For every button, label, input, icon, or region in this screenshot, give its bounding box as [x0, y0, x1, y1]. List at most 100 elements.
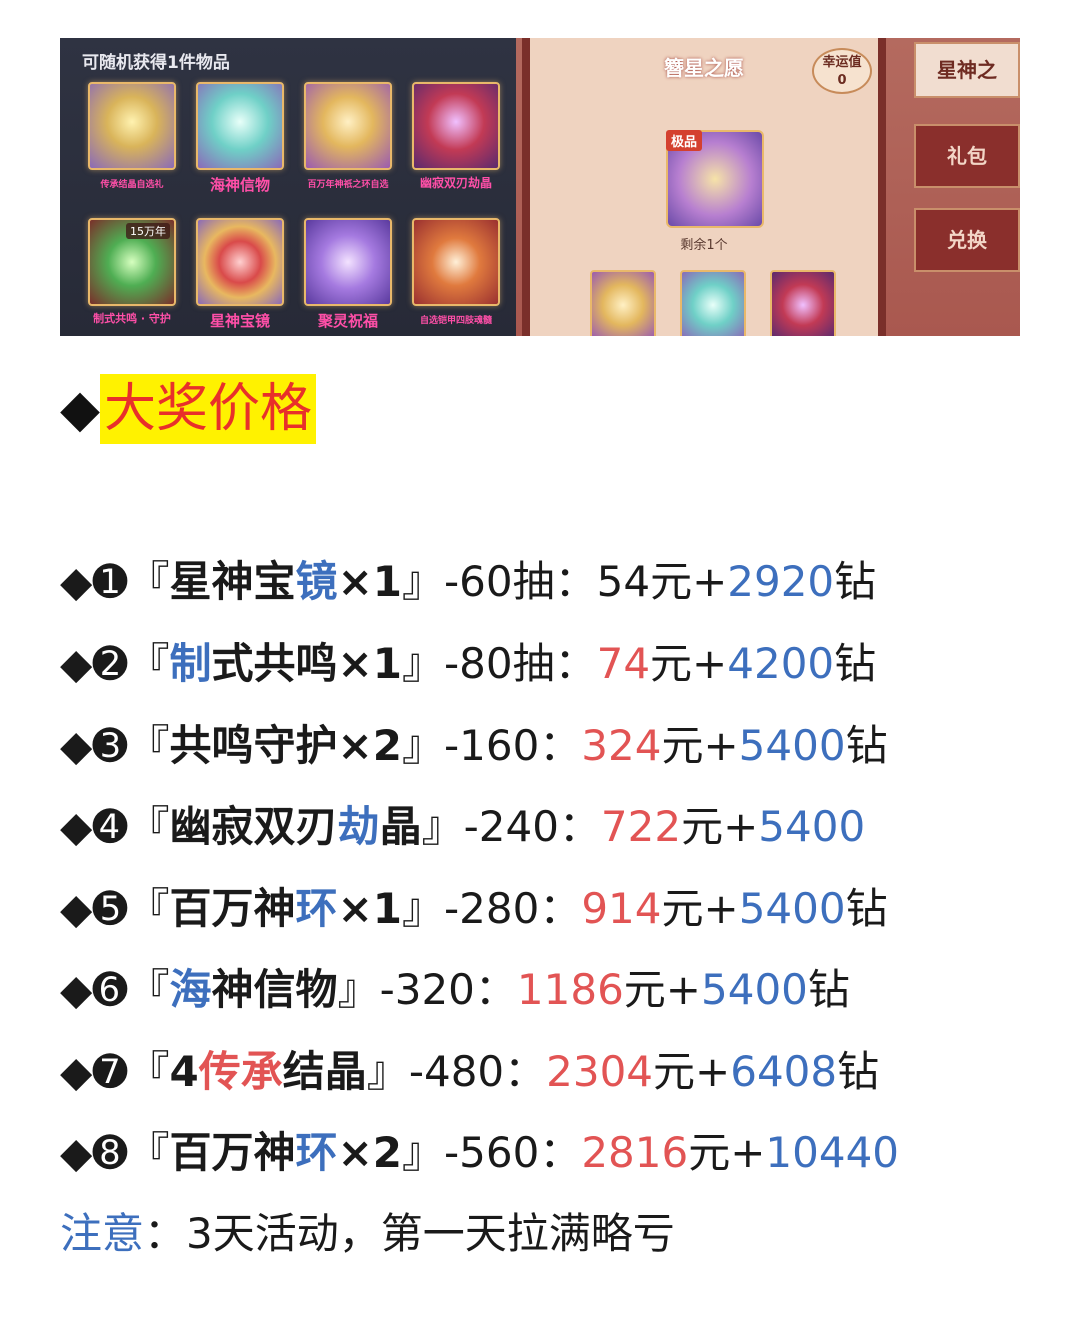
note-text: ：3天活动，第一天拉满略亏: [144, 1209, 675, 1258]
years-badge: 15万年: [126, 223, 170, 239]
price-item-3: ◆➌『共鸣守护×2』-160：324元+5400钻: [60, 716, 888, 776]
bracket-close: 』: [421, 802, 464, 851]
blade-crystal-icon: [412, 82, 500, 170]
diamond-unit: 钻: [834, 639, 877, 688]
diamond-bullet-icon: ◆: [60, 802, 93, 851]
price-item-7: ◆➐『4传承结晶』-480：2304元+6408钻: [60, 1042, 879, 1102]
reward-item[interactable]: 幽寂双刃劫晶: [412, 82, 500, 191]
tab-gift-pack[interactable]: 礼包: [914, 124, 1020, 188]
item-label: 海神信物: [209, 176, 270, 194]
item-name-highlight: 镜: [295, 557, 338, 606]
luck-label: 幸运值: [822, 55, 862, 70]
crystal-emblem-icon: [88, 82, 176, 170]
side-tabs: 星神之 礼包 兑换: [914, 38, 1020, 336]
reward-pool-panel: 可随机获得1件物品 传承结晶自选礼 海神信物 百万年神祇之环自选 幽寂双刃劫晶 …: [60, 38, 516, 336]
diamond-unit: 钻: [807, 965, 850, 1014]
reward-item[interactable]: 百万年神祇之环自选: [304, 82, 392, 190]
featured-tag: 极品: [666, 130, 703, 151]
bracket-open: 『: [127, 1047, 170, 1096]
draw-count: -480：: [408, 1047, 547, 1096]
resonance-icon: 15万年: [88, 218, 176, 306]
diamond-bullet-icon: ◆: [60, 639, 93, 688]
featured-item[interactable]: 极品: [666, 130, 764, 228]
treasure-chest-icon[interactable]: [590, 270, 656, 336]
diamond-cost: 10440: [765, 1128, 900, 1177]
token-icon: [196, 82, 284, 170]
item-name-suffix: 晶: [379, 802, 422, 851]
tab-exchange[interactable]: 兑换: [914, 208, 1020, 272]
reward-item[interactable]: 自选铠甲四肢魂髓: [412, 218, 500, 326]
item-name-highlight: 环: [295, 884, 338, 933]
item-label: 聚灵祝福: [317, 312, 378, 330]
price-item-8: ◆➑『百万神环×2』-560：2816元+10440: [60, 1123, 899, 1183]
diamond-cost: 5400: [758, 802, 866, 851]
mirror-icon: [196, 218, 284, 306]
rmb-unit: 元+: [650, 639, 728, 688]
item-label: 制式共鸣 · 守护: [93, 312, 171, 325]
rmb-unit: 元+: [688, 1128, 766, 1177]
remaining-count: 剩余1个: [680, 238, 728, 253]
rmb-cost: 1186: [516, 965, 624, 1014]
draw-count: -560：: [444, 1128, 582, 1177]
item-name-suffix: ×1: [337, 557, 402, 606]
reward-item[interactable]: 星神宝镜: [196, 218, 284, 331]
rmb-cost: 2816: [581, 1128, 689, 1177]
rmb-cost: 74: [596, 639, 651, 688]
blessing-icon: [304, 218, 392, 306]
diamond-bullet-icon: ◆: [60, 1128, 93, 1177]
wish-dialog: 簪星之愿 幸运值 0 极品 剩余1个: [522, 38, 886, 336]
section-heading: ◆ 大奖价格: [60, 374, 317, 444]
item-number: ➐: [92, 1047, 128, 1096]
luck-value: 0: [837, 73, 847, 88]
rmb-unit: 元+: [650, 557, 728, 606]
token-icon[interactable]: [680, 270, 746, 336]
item-name: 幽寂双刃: [169, 802, 338, 851]
item-label: 幽寂双刃劫晶: [419, 176, 492, 190]
item-name-suffix: ×1: [337, 884, 402, 933]
price-item-1: ◆➊『星神宝镜×1』-60抽：54元+2920钻: [60, 552, 876, 612]
item-label: 百万年神祇之环自选: [307, 180, 389, 190]
item-name: 星神宝: [169, 557, 296, 606]
price-item-5: ◆➎『百万神环×1』-280：914元+5400钻: [60, 879, 888, 939]
bracket-close: 』: [401, 557, 444, 606]
item-label: 传承结晶自选礼: [100, 180, 164, 190]
item-number: ➊: [92, 557, 128, 606]
reward-item[interactable]: 海神信物: [196, 82, 284, 195]
rmb-cost: 722: [600, 802, 682, 851]
item-name-highlight: 海: [169, 965, 212, 1014]
item-name: 百万神: [169, 884, 296, 933]
item-name-suffix: 式共鸣×1: [211, 639, 402, 688]
item-number: ➋: [92, 639, 128, 688]
item-number: ➎: [92, 884, 128, 933]
item-number: ➌: [92, 721, 128, 770]
price-item-4: ◆➍『幽寂双刃劫晶』-240：722元+5400: [60, 797, 865, 857]
diamond-bullet-icon: ◆: [60, 965, 93, 1014]
reward-item[interactable]: 聚灵祝福: [304, 218, 392, 331]
bracket-open: 『: [127, 1128, 170, 1177]
diamond-cost: 5400: [738, 721, 846, 770]
item-number: ➏: [92, 965, 128, 1014]
rmb-cost: 324: [581, 721, 662, 770]
bracket-open: 『: [127, 965, 170, 1014]
blade-crystal-icon[interactable]: [770, 270, 836, 336]
draw-count: -240：: [463, 802, 601, 851]
bracket-close: 』: [366, 1047, 409, 1096]
draw-count: -60抽：: [444, 557, 597, 606]
wish-dialog-panel: 簪星之愿 幸运值 0 极品 剩余1个 星神之 礼包 兑换: [516, 38, 1020, 336]
bracket-open: 『: [127, 639, 170, 688]
reward-strip: [590, 270, 836, 336]
draw-count: -80抽：: [443, 639, 597, 688]
draw-count: -280：: [444, 884, 582, 933]
rmb-cost: 914: [581, 884, 662, 933]
reward-item[interactable]: 传承结晶自选礼: [88, 82, 176, 190]
item-name-highlight: 劫: [337, 802, 380, 851]
bracket-close: 』: [401, 721, 444, 770]
game-screenshot: 可随机获得1件物品 传承结晶自选礼 海神信物 百万年神祇之环自选 幽寂双刃劫晶 …: [60, 38, 1020, 336]
rmb-cost: 2304: [546, 1047, 654, 1096]
reward-item[interactable]: 15万年 制式共鸣 · 守护: [88, 218, 176, 326]
item-name-highlight: 环: [295, 1128, 338, 1177]
rmb-unit: 元+: [681, 802, 759, 851]
item-name-suffix: 结晶: [282, 1047, 367, 1096]
tab-star-god[interactable]: 星神之: [914, 42, 1020, 98]
diamond-cost: 2920: [727, 557, 835, 606]
